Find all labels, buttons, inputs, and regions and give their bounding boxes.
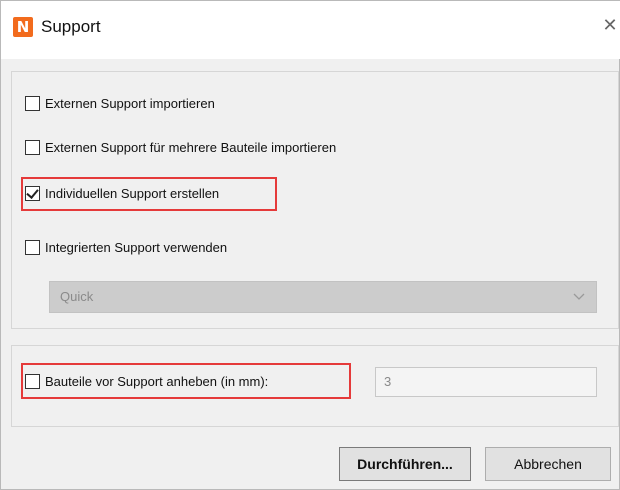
- lift-height-value: 3: [384, 374, 392, 389]
- app-logo-icon: N: [13, 17, 33, 37]
- annotation-highlight-box: [21, 177, 277, 211]
- cancel-button[interactable]: Abbrechen: [485, 447, 611, 481]
- option-import-external-label: Externen Support importieren: [45, 95, 215, 111]
- checkbox-import-external[interactable]: [25, 95, 40, 111]
- support-dialog: N Support ✕ Externen Support importieren…: [0, 0, 620, 490]
- option-import-external-multiple[interactable]: Externen Support für mehrere Bauteile im…: [25, 137, 336, 157]
- execute-button[interactable]: Durchführen...: [339, 447, 471, 481]
- lift-height-input[interactable]: 3: [375, 367, 597, 397]
- title-bar: N Support ✕: [1, 1, 620, 59]
- option-import-external-multiple-label: Externen Support für mehrere Bauteile im…: [45, 139, 337, 155]
- support-type-value: Quick: [60, 289, 94, 304]
- option-use-integrated[interactable]: Integrierten Support verwenden: [25, 237, 227, 257]
- option-use-integrated-label: Integrierten Support verwenden: [45, 239, 228, 255]
- support-type-select[interactable]: Quick: [49, 281, 597, 313]
- chevron-down-icon: [573, 293, 585, 300]
- dialog-title: Support: [41, 17, 101, 36]
- checkbox-use-integrated[interactable]: [25, 239, 40, 255]
- checkbox-import-external-multiple[interactable]: [25, 139, 40, 155]
- annotation-highlight-box: [21, 363, 351, 399]
- close-icon[interactable]: ✕: [599, 13, 620, 39]
- option-import-external[interactable]: Externen Support importieren: [25, 93, 215, 113]
